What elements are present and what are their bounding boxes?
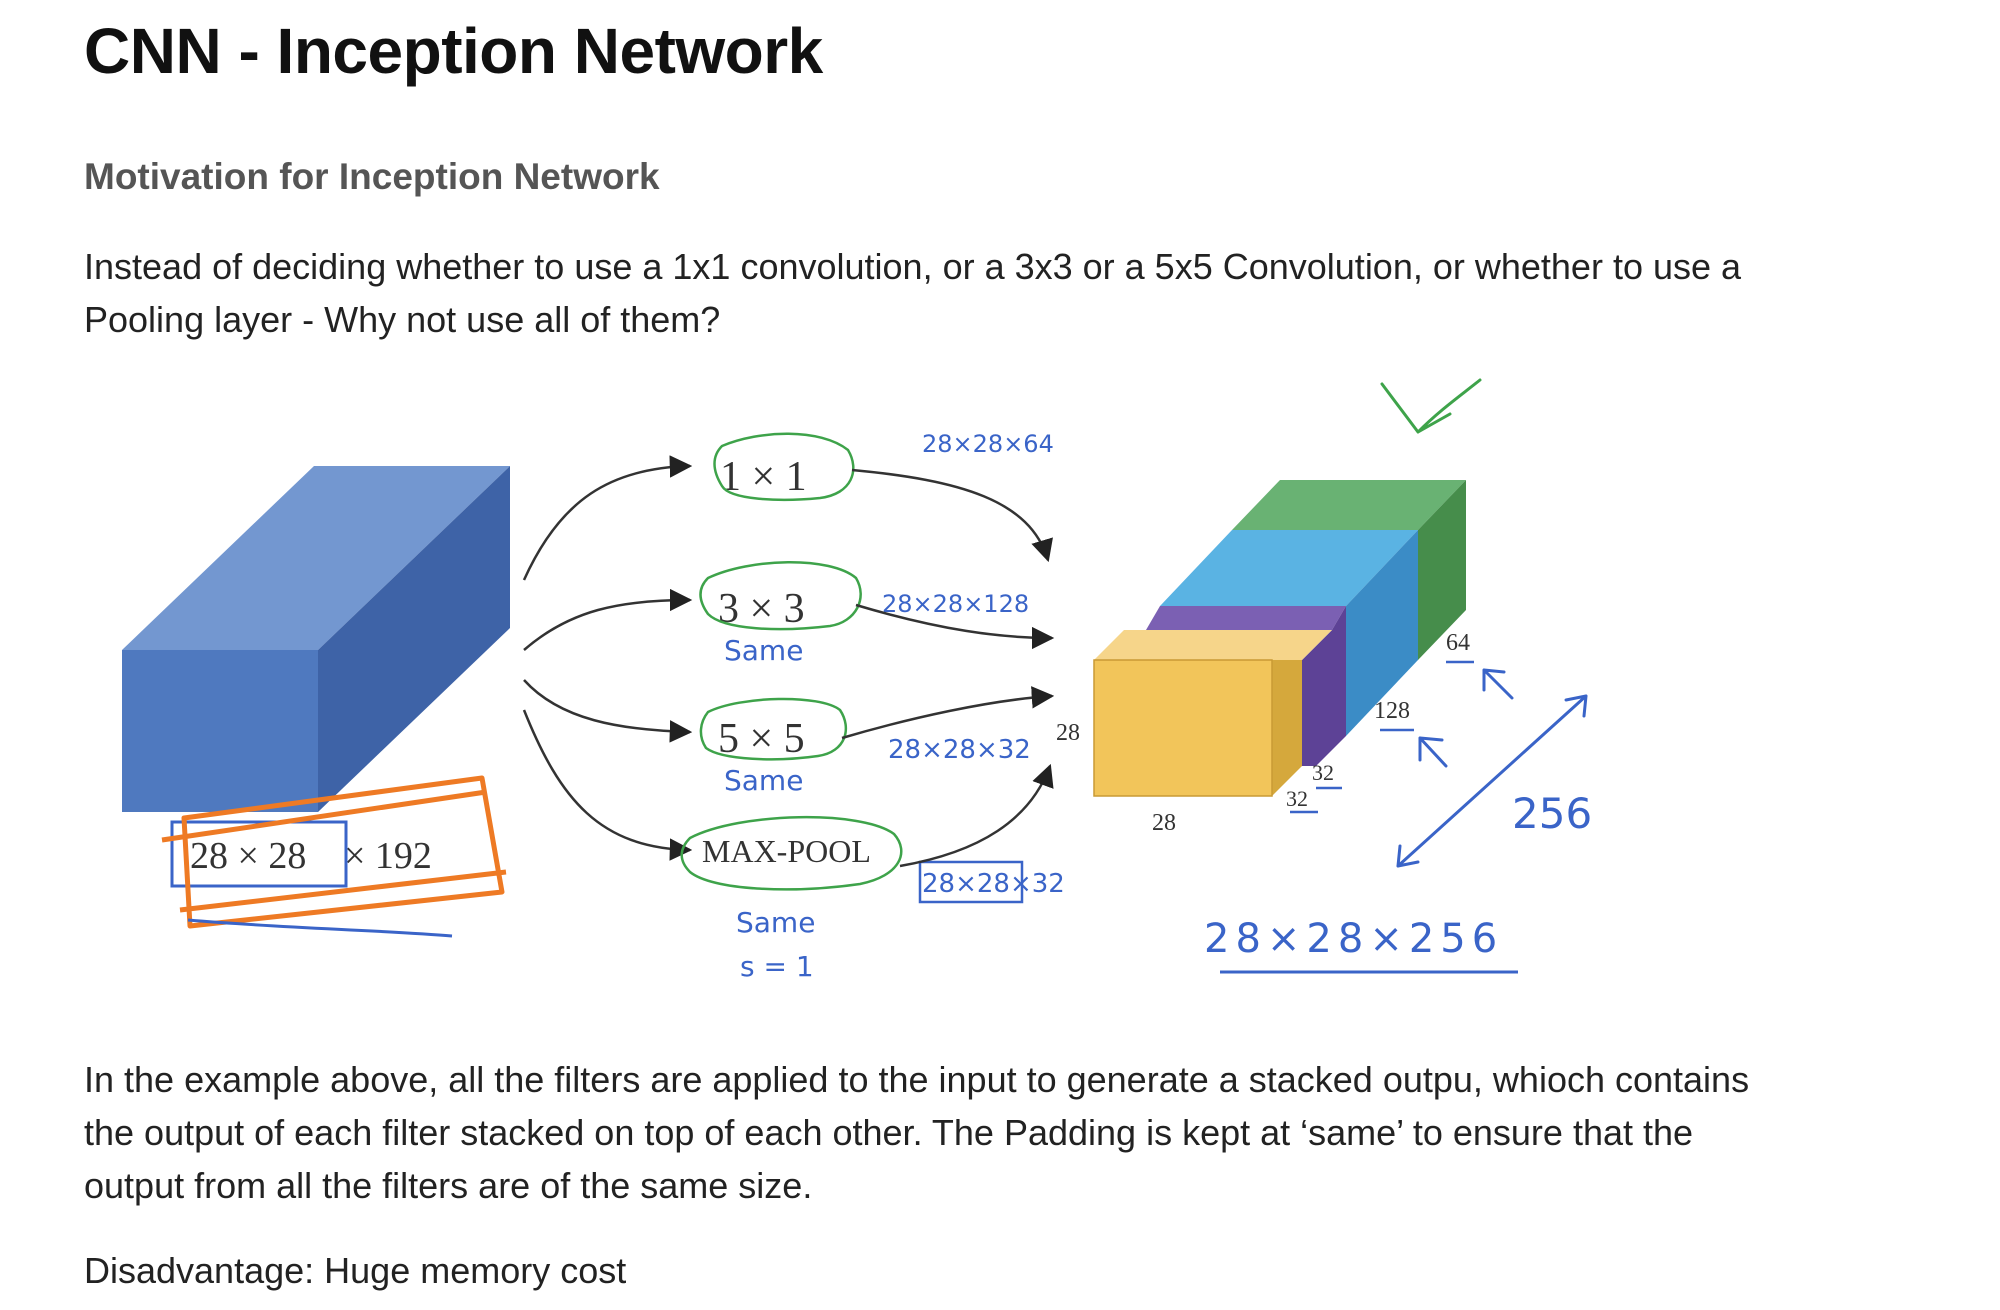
explanation-paragraph: In the example above, all the filters ar… xyxy=(84,1059,1750,1206)
output-depth-128: 128 xyxy=(1374,698,1410,724)
intro-paragraph: Instead of deciding whether to use a 1x1… xyxy=(84,246,1742,340)
filter-label-maxpool: MAX-POOL xyxy=(702,833,871,869)
output-purple-top xyxy=(1146,606,1346,630)
input-volume-front xyxy=(122,650,318,812)
output-dims-total: 28×28×256 xyxy=(1204,916,1503,962)
input-dims-underline xyxy=(187,918,453,938)
output-shape-5x5: 28×28×32 xyxy=(888,735,1031,765)
filter-note-maxpool-same: Same xyxy=(736,906,815,939)
input-volume xyxy=(122,466,510,812)
section-subtitle: Motivation for Inception Network xyxy=(84,156,660,197)
output-depth-32b: 32 xyxy=(1312,760,1334,785)
output-shape-maxpool: 28×28×32 xyxy=(922,869,1065,899)
disadvantage-paragraph: Disadvantage: Huge memory cost xyxy=(84,1250,627,1291)
output-depth-32a: 32 xyxy=(1286,786,1308,811)
input-arrows xyxy=(522,455,693,861)
filter-note-3x3: Same xyxy=(724,634,803,667)
output-yellow-front xyxy=(1093,659,1273,797)
input-dims-label-b: × 192 xyxy=(344,835,432,877)
filter-note-5x5: Same xyxy=(724,764,803,797)
output-volume xyxy=(1093,480,1466,797)
input-dims-label-a: 28 × 28 xyxy=(190,835,306,877)
output-shape-3x3: 28×28×128 xyxy=(882,590,1029,618)
output-depth-64: 64 xyxy=(1446,630,1470,656)
filter-label-5x5: 5 × 5 xyxy=(718,716,805,762)
output-height-label: 28 xyxy=(1056,720,1080,746)
page-title: CNN - Inception Network xyxy=(84,15,823,87)
output-arrows xyxy=(841,468,1055,868)
output-yellow-side xyxy=(1272,660,1302,796)
inception-diagram: 28 × 28 × 192 1 × 1 3 × 3 Same 5 × 5 Sam… xyxy=(122,378,1592,983)
output-depth-total: 256 xyxy=(1512,789,1592,838)
output-width-label: 28 xyxy=(1152,810,1176,836)
filter-note-maxpool-stride: s = 1 xyxy=(740,950,814,983)
output-yellow-top xyxy=(1094,630,1332,660)
output-shape-1x1: 28×28×64 xyxy=(922,430,1054,458)
